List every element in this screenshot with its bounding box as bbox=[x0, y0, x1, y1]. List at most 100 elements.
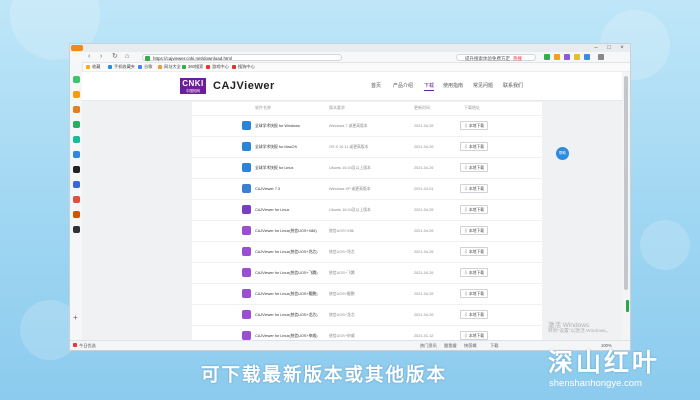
header-software-name: 软件名称 bbox=[255, 105, 271, 110]
version-requirement: 统信UOS+龙芯 bbox=[329, 313, 355, 317]
browser-toolbar: ‹ › ↻ ⌂ https://cajviewer.cnki.net/downl… bbox=[70, 52, 630, 63]
update-date: 2021-04-29 bbox=[414, 229, 434, 233]
back-button[interactable]: ‹ bbox=[88, 52, 90, 62]
software-name: 全球学术快报 for MacOS bbox=[255, 145, 297, 149]
status-recommend[interactable]: 今日优选 bbox=[73, 341, 96, 350]
version-requirement: OS X 10.11 或更高版本 bbox=[329, 145, 369, 149]
app-icon bbox=[242, 142, 251, 151]
sidebar-app-icon[interactable] bbox=[73, 106, 80, 113]
close-window-button[interactable]: × bbox=[616, 44, 628, 52]
local-download-button[interactable]: ⇩ 本地下载 bbox=[460, 205, 488, 214]
local-download-button[interactable]: ⇩ 本地下载 bbox=[460, 163, 488, 172]
app-icon bbox=[242, 184, 251, 193]
update-date: 2021-04-29 bbox=[414, 145, 434, 149]
sidebar-app-icon[interactable] bbox=[73, 91, 80, 98]
hot-search-badge[interactable]: 热搜 bbox=[513, 56, 522, 61]
table-row: 全球学术快报 for Windows Windows 7 或更高版本 2021-04… bbox=[192, 115, 542, 137]
nav-home[interactable]: 首页 bbox=[371, 82, 381, 89]
bookmark-item[interactable]: 搜狗中心 bbox=[232, 63, 255, 71]
local-download-button[interactable]: ⇩ 本地下载 bbox=[460, 184, 488, 193]
app-icon bbox=[242, 226, 251, 235]
local-download-button[interactable]: ⇩ 本地下载 bbox=[460, 121, 488, 130]
help-button[interactable]: 帮助 bbox=[556, 147, 569, 160]
bookmark-item[interactable]: 网址大全 bbox=[158, 63, 181, 71]
nav-faq[interactable]: 常见问题 bbox=[473, 82, 493, 89]
activation-watermark-subtitle: 转到“设置”以激活 Windows。 bbox=[548, 329, 611, 334]
app-icon bbox=[242, 268, 251, 277]
cajviewer-brand: CAJViewer bbox=[213, 80, 275, 92]
download-table: 软件名称 版本要求 更新时间 下载地址 全球学术快报 for Windows Wi… bbox=[192, 102, 542, 340]
header-update-time: 更新时间 bbox=[414, 105, 430, 110]
sidebar-app-icon[interactable] bbox=[73, 196, 80, 203]
table-row: 全球学术快报 for MacOS OS X 10.11 或更高版本 2021-04-… bbox=[192, 136, 542, 158]
local-download-button[interactable]: ⇩ 本地下载 bbox=[460, 226, 488, 235]
software-name: CAJViewer for Linux(统信UOS+申威) bbox=[255, 334, 318, 338]
local-download-button[interactable]: ⇩ 本地下载 bbox=[460, 268, 488, 277]
bookmark-item[interactable]: 谷歌 bbox=[138, 63, 152, 71]
side-indicator bbox=[626, 300, 629, 312]
sidebar-app-icon[interactable] bbox=[73, 151, 80, 158]
cnki-logo[interactable]: CNKI 中国知网 bbox=[180, 78, 206, 94]
local-download-button[interactable]: ⇩ 本地下载 bbox=[460, 310, 488, 319]
sidebar-app-icon[interactable] bbox=[73, 211, 80, 218]
status-item[interactable]: 下载 bbox=[490, 341, 498, 350]
table-row: CAJViewer 7.3 Windows XP 或更高版本 2021-03-01 ⇩… bbox=[192, 178, 542, 200]
local-download-button[interactable]: ⇩ 本地下载 bbox=[460, 247, 488, 256]
status-item[interactable]: 快剪辑 bbox=[464, 341, 477, 350]
video-caption: 可下载最新版本或其他版本 bbox=[201, 364, 448, 385]
nav-guide[interactable]: 使用指南 bbox=[443, 82, 463, 89]
maximize-button[interactable]: □ bbox=[603, 44, 615, 52]
version-requirement: Ubuntu 16.04及以上版本 bbox=[329, 208, 371, 212]
software-name: 全球学术快报 for Windows bbox=[255, 124, 300, 128]
bookmark-item[interactable]: 手机收藏夹 bbox=[108, 63, 135, 71]
table-row: CAJViewer for Linux(统信UOS+龙芯) 统信UOS+龙芯 202… bbox=[192, 304, 542, 326]
update-date: 2021-01-12 bbox=[414, 334, 434, 338]
secure-shield-icon bbox=[145, 55, 150, 61]
browser-logo-icon bbox=[71, 45, 83, 51]
site-header: CNKI 中国知网 CAJViewer 首页 产品介绍 下载 使用指南 常见问题… bbox=[82, 72, 622, 101]
bookmark-item[interactable]: 360搜索 bbox=[182, 63, 203, 71]
forward-button[interactable]: › bbox=[100, 52, 102, 62]
sidebar-app-icon[interactable] bbox=[73, 121, 80, 128]
menu-icon[interactable] bbox=[598, 54, 604, 60]
extension-icon[interactable] bbox=[554, 54, 560, 60]
table-row: CAJViewer for Linux(统信UOS+申威) 统信UOS+申威 202… bbox=[192, 325, 542, 340]
refresh-button[interactable]: ↻ bbox=[112, 52, 118, 62]
minimize-button[interactable]: – bbox=[590, 44, 602, 52]
bookmarks-bar: 收藏 手机收藏夹 谷歌 网址大全 360搜索 游戏中心 搜狗中心 bbox=[70, 63, 630, 72]
sidebar-app-icon[interactable] bbox=[73, 136, 80, 143]
sidebar-app-icon[interactable] bbox=[73, 166, 80, 173]
version-requirement: 统信UOS+兆芯 bbox=[329, 250, 355, 254]
extension-icon[interactable] bbox=[544, 54, 550, 60]
home-button[interactable]: ⌂ bbox=[125, 52, 129, 62]
bookmark-item[interactable]: 收藏 bbox=[86, 63, 100, 71]
app-icon bbox=[242, 289, 251, 298]
extension-icon[interactable] bbox=[574, 54, 580, 60]
version-requirement: Ubuntu 16.04及以上版本 bbox=[329, 166, 371, 170]
status-bar: 今日优选 热门资讯 跟我搜 快剪辑 下载 100% bbox=[70, 340, 630, 350]
local-download-button[interactable]: ⇩ 本地下载 bbox=[460, 289, 488, 298]
nav-product[interactable]: 产品介绍 bbox=[393, 82, 413, 89]
extension-icon[interactable] bbox=[584, 54, 590, 60]
sidebar-app-icon[interactable] bbox=[73, 226, 80, 233]
local-download-button[interactable]: ⇩ 本地下载 bbox=[460, 142, 488, 151]
nav-download[interactable]: 下载 bbox=[424, 82, 435, 91]
sidebar-app-icon[interactable] bbox=[73, 181, 80, 188]
status-item[interactable]: 热门资讯 bbox=[420, 341, 437, 350]
scrollbar-thumb[interactable] bbox=[624, 76, 628, 290]
local-download-button[interactable]: ⇩ 本地下载 bbox=[460, 331, 488, 340]
version-requirement: 统信UOS+飞腾 bbox=[329, 271, 355, 275]
search-input[interactable]: 提升搜索体验免费方定 热搜 bbox=[456, 53, 536, 61]
sidebar-app-icon[interactable] bbox=[73, 76, 80, 83]
software-name: CAJViewer 7.3 bbox=[255, 187, 281, 191]
table-row: 全球学术快报 for Linux Ubuntu 16.04及以上版本 2021-04… bbox=[192, 157, 542, 179]
title-bar: – □ × bbox=[70, 44, 630, 52]
nav-contact[interactable]: 联系我们 bbox=[503, 82, 523, 89]
table-row: CAJViewer for Linux(统信UOS+鲲鹏) 统信UOS+鲲鹏 202… bbox=[192, 283, 542, 305]
address-bar[interactable]: https://cajviewer.cnki.net/download.html bbox=[142, 53, 342, 61]
status-item[interactable]: 跟我搜 bbox=[444, 341, 457, 350]
sidebar-add-button[interactable]: + bbox=[73, 314, 78, 322]
bookmark-item[interactable]: 游戏中心 bbox=[206, 63, 229, 71]
extension-icon[interactable] bbox=[564, 54, 570, 60]
table-row: CAJViewer for Linux(统信UOS+飞腾) 统信UOS+飞腾 202… bbox=[192, 262, 542, 284]
